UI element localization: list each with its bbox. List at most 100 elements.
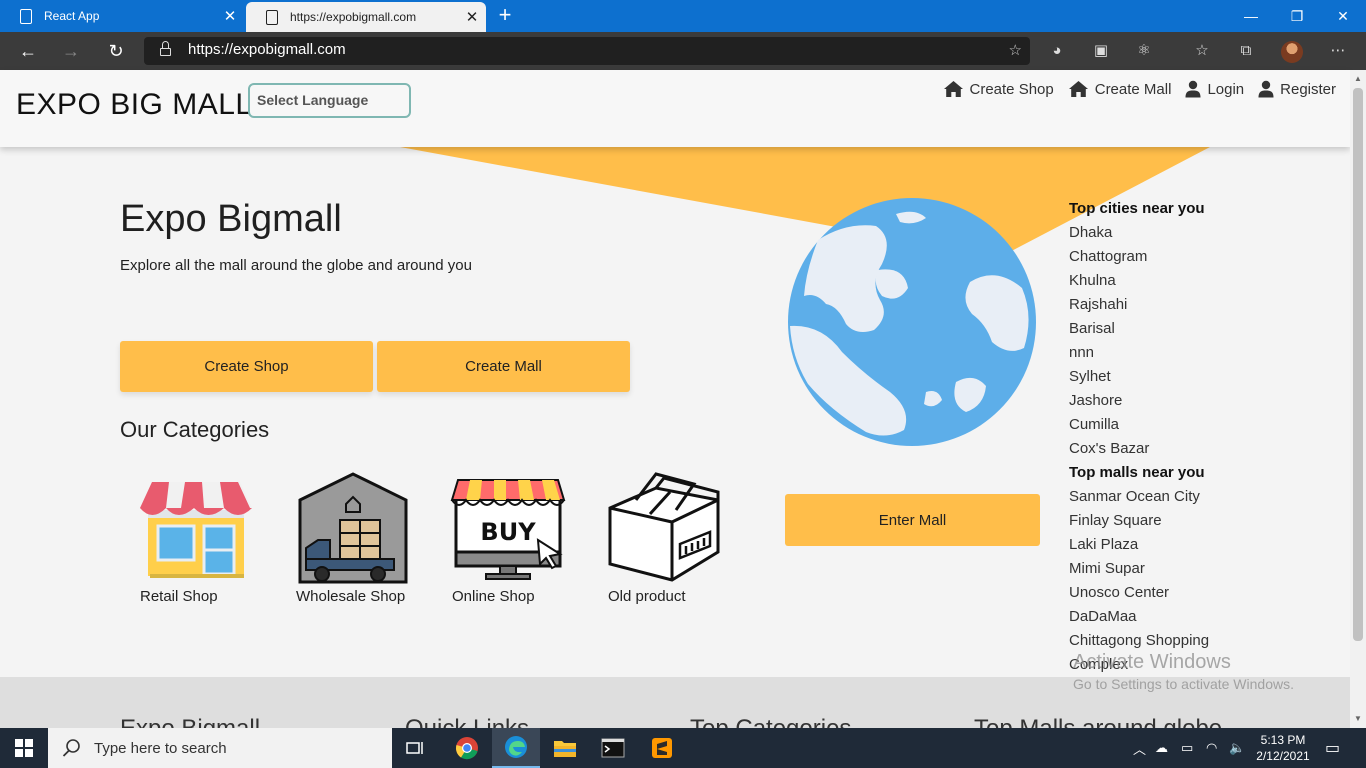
- avatar[interactable]: [1281, 41, 1303, 63]
- browser-tab[interactable]: React App ✕: [0, 0, 244, 32]
- city-link[interactable]: Khulna: [1069, 271, 1249, 295]
- scroll-thumb[interactable]: [1353, 88, 1363, 641]
- city-link[interactable]: Jashore: [1069, 391, 1249, 415]
- category-old-product[interactable]: Old product: [606, 470, 756, 605]
- hero-title: Expo Bigmall: [120, 198, 342, 240]
- home-icon: [943, 81, 963, 97]
- back-icon[interactable]: ←: [14, 38, 42, 64]
- windows-taskbar: Type here to search ︿ ☁ ▭ ◠ 🔈 5:13 PM 2/…: [0, 728, 1366, 768]
- taskbar-search-box[interactable]: Type here to search: [48, 728, 392, 768]
- city-link[interactable]: Dhaka: [1069, 223, 1249, 247]
- footer-heading: Top Malls around globe: [974, 715, 1222, 728]
- language-select[interactable]: Select Language: [248, 83, 411, 118]
- top-cities-heading: Top cities near you: [1069, 200, 1205, 217]
- minimize-button[interactable]: —: [1228, 0, 1274, 32]
- wholesale-warehouse-icon: [298, 472, 408, 584]
- file-explorer-icon[interactable]: [541, 728, 589, 768]
- city-link[interactable]: nnn: [1069, 343, 1249, 367]
- close-window-button[interactable]: ✕: [1320, 0, 1366, 32]
- volume-icon[interactable]: 🔈: [1229, 728, 1245, 768]
- category-label: Retail Shop: [140, 588, 218, 605]
- top-nav: Create Shop Create Mall Login Register: [943, 80, 1336, 98]
- svg-text:BUY: BUY: [480, 518, 536, 546]
- notifications-icon[interactable]: ▭: [1325, 728, 1340, 768]
- refresh-icon[interactable]: ↻: [102, 38, 130, 64]
- create-shop-button[interactable]: Create Shop: [120, 341, 373, 392]
- category-label: Old product: [608, 588, 686, 605]
- footer-heading: Expo Bigmall: [120, 715, 260, 728]
- category-label: Online Shop: [452, 588, 535, 605]
- clock-time: 5:13 PM: [1260, 733, 1306, 747]
- chrome-icon[interactable]: [443, 728, 491, 768]
- onedrive-icon[interactable]: ☁: [1155, 728, 1168, 768]
- top-cities-list: Top cities near you Dhaka Chattogram Khu…: [1069, 199, 1249, 677]
- nav-label: Create Mall: [1094, 80, 1172, 98]
- nav-create-shop[interactable]: Create Shop: [943, 80, 1054, 98]
- category-retail-shop[interactable]: Retail Shop: [138, 470, 288, 605]
- retail-shop-icon: [140, 482, 252, 578]
- scroll-down-icon[interactable]: ▼: [1350, 714, 1366, 723]
- nav-label: Login: [1207, 80, 1245, 98]
- extension-icon[interactable]: ▣: [1091, 41, 1111, 61]
- lock-icon: [160, 41, 171, 57]
- address-bar[interactable]: https://expobigmall.com ☆: [144, 37, 1030, 65]
- start-button[interactable]: [0, 728, 48, 768]
- browser-tab-active[interactable]: https://expobigmall.com ✕: [246, 2, 486, 32]
- extension-icon[interactable]: ◕: [1047, 41, 1067, 61]
- restore-button[interactable]: ❐: [1274, 0, 1320, 32]
- footer-heading: Quick Links: [405, 715, 529, 728]
- show-hidden-icons[interactable]: ︿: [1133, 728, 1146, 768]
- site-logo[interactable]: EXPO BIG MALL: [16, 88, 253, 122]
- more-menu-icon[interactable]: ⋯: [1328, 41, 1348, 61]
- mall-link[interactable]: Unosco Center: [1069, 583, 1249, 607]
- battery-icon[interactable]: ▭: [1181, 728, 1193, 768]
- create-mall-button[interactable]: Create Mall: [377, 341, 630, 392]
- category-label: Wholesale Shop: [296, 588, 406, 605]
- favorites-icon[interactable]: ☆: [1192, 41, 1212, 61]
- wifi-icon[interactable]: ◠: [1206, 728, 1217, 768]
- forward-icon[interactable]: →: [57, 38, 85, 64]
- react-devtools-icon[interactable]: ⚛: [1134, 41, 1154, 61]
- hero-subtitle: Explore all the mall around the globe an…: [120, 257, 472, 274]
- nav-register[interactable]: Register: [1258, 80, 1336, 98]
- sublime-text-icon[interactable]: [638, 728, 686, 768]
- close-tab-icon[interactable]: ✕: [458, 8, 486, 26]
- city-link[interactable]: Rajshahi: [1069, 295, 1249, 319]
- city-link[interactable]: Barisal: [1069, 319, 1249, 343]
- footer-heading: Top Categories: [690, 715, 851, 728]
- browser-tab-strip: React App ✕ https://expobigmall.com ✕ + …: [0, 0, 1366, 32]
- city-link[interactable]: Sylhet: [1069, 367, 1249, 391]
- task-view-icon[interactable]: [392, 728, 440, 768]
- mall-link[interactable]: Laki Plaza: [1069, 535, 1249, 559]
- page-icon: [20, 8, 32, 24]
- nav-label: Create Shop: [969, 80, 1054, 98]
- nav-create-mall[interactable]: Create Mall: [1068, 80, 1172, 98]
- page-scrollbar[interactable]: ▲ ▼: [1350, 70, 1366, 728]
- mall-link[interactable]: Mimi Supar: [1069, 559, 1249, 583]
- city-link[interactable]: Chattogram: [1069, 247, 1249, 271]
- close-tab-icon[interactable]: ✕: [216, 7, 244, 25]
- clock-date: 2/12/2021: [1256, 749, 1310, 763]
- city-link[interactable]: Cox's Bazar: [1069, 439, 1249, 463]
- new-tab-button[interactable]: +: [494, 4, 516, 26]
- taskbar-clock[interactable]: 5:13 PM 2/12/2021: [1253, 732, 1313, 764]
- mall-link[interactable]: Finlay Square: [1069, 511, 1249, 535]
- terminal-icon[interactable]: [589, 728, 637, 768]
- mall-link[interactable]: DaDaMaa: [1069, 607, 1249, 631]
- nav-label: Register: [1280, 80, 1336, 98]
- watermark-subtitle: Go to Settings to activate Windows.: [1073, 676, 1294, 692]
- city-link[interactable]: Cumilla: [1069, 415, 1249, 439]
- edge-icon[interactable]: [492, 728, 540, 768]
- category-wholesale-shop[interactable]: Wholesale Shop: [296, 470, 446, 605]
- page-icon: [266, 9, 278, 25]
- category-online-shop[interactable]: BUY Online Shop: [450, 470, 600, 605]
- nav-login[interactable]: Login: [1185, 80, 1244, 98]
- add-favorite-icon[interactable]: ☆: [1009, 41, 1022, 59]
- url-text[interactable]: https://expobigmall.com: [188, 41, 346, 58]
- collections-icon[interactable]: ⧉: [1236, 41, 1256, 61]
- scroll-up-icon[interactable]: ▲: [1350, 74, 1366, 83]
- globe-illustration: [788, 198, 1036, 446]
- user-icon: [1258, 80, 1274, 98]
- enter-mall-button[interactable]: Enter Mall: [785, 494, 1040, 546]
- mall-link[interactable]: Sanmar Ocean City: [1069, 487, 1249, 511]
